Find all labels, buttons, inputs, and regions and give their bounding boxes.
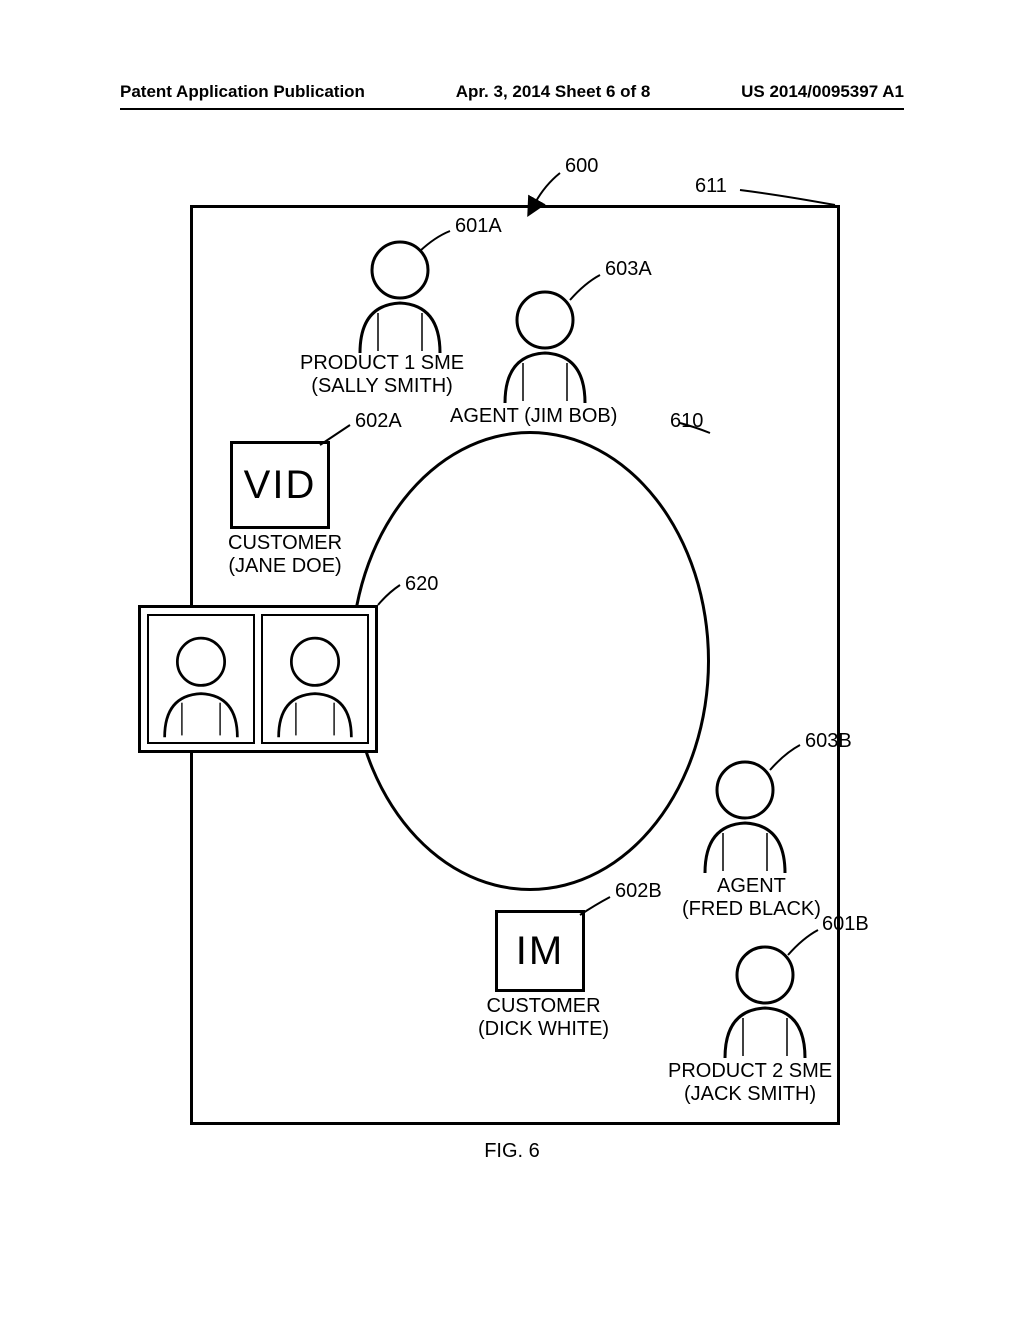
label-agent2: AGENT (FRED BLACK) — [682, 875, 821, 921]
header-rule — [120, 108, 904, 110]
vid-box: VID — [230, 441, 330, 529]
label-agent1: AGENT (JIM BOB) — [450, 405, 617, 428]
panel-620 — [138, 605, 378, 753]
label-sme2: PRODUCT 2 SME (JACK SMITH) — [668, 1060, 832, 1106]
ref-602A: 602A — [355, 410, 402, 433]
ref-603A: 603A — [605, 258, 652, 281]
ref-611: 611 — [695, 175, 727, 198]
person-icon — [265, 627, 365, 742]
figure-caption: FIG. 6 — [120, 1140, 904, 1163]
header-left: Patent Application Publication — [120, 82, 365, 102]
ref-600: 600 — [565, 155, 598, 178]
table-610 — [350, 431, 710, 891]
person-icon — [151, 627, 251, 742]
ref-601A: 601A — [455, 215, 502, 238]
person-icon — [345, 235, 455, 355]
im-text: IM — [516, 929, 564, 974]
person-icon — [710, 940, 820, 1060]
figure: 600 611 601A 603A 602A 610 620 603B 602B… — [120, 155, 904, 1165]
person-icon — [690, 755, 800, 875]
header-center: Apr. 3, 2014 Sheet 6 of 8 — [456, 82, 651, 102]
page-header: Patent Application Publication Apr. 3, 2… — [0, 82, 1024, 102]
panel-cell — [261, 614, 369, 744]
person-icon — [490, 285, 600, 405]
vid-text: VID — [244, 463, 317, 508]
ref-620: 620 — [405, 573, 438, 596]
header-right: US 2014/0095397 A1 — [741, 82, 904, 102]
ref-601B: 601B — [822, 913, 869, 936]
ref-610: 610 — [670, 410, 703, 433]
label-sme1: PRODUCT 1 SME (SALLY SMITH) — [300, 352, 464, 398]
ref-602B: 602B — [615, 880, 662, 903]
label-customer2: CUSTOMER (DICK WHITE) — [478, 995, 609, 1041]
panel-cell — [147, 614, 255, 744]
im-box: IM — [495, 910, 585, 992]
label-customer1: CUSTOMER (JANE DOE) — [228, 532, 342, 578]
ref-603B: 603B — [805, 730, 852, 753]
